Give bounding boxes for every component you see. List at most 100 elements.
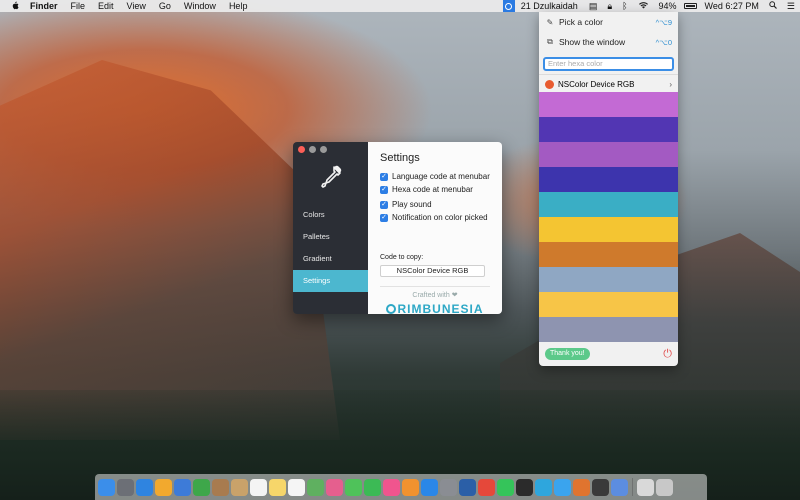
hex-color-input[interactable]: [543, 56, 674, 71]
notification-center-icon[interactable]: ☰: [787, 1, 795, 12]
menu-bar: Finder File Edit View Go Window Help 21 …: [0, 0, 800, 12]
itunes-icon[interactable]: [383, 478, 400, 496]
code-format-select[interactable]: NSColor Device RGB: [380, 265, 485, 277]
pick-color-item[interactable]: ✎ Pick a color ^⌥9: [539, 12, 678, 32]
nav-settings[interactable]: Settings: [293, 270, 368, 292]
menu-help[interactable]: Help: [229, 1, 248, 11]
activity-icon[interactable]: [592, 478, 609, 496]
color-picker-dropdown: ✎ Pick a color ^⌥9 ⧉ Show the window ^⌥0…: [539, 12, 678, 366]
settings-title: Settings: [380, 152, 420, 164]
twitter-icon[interactable]: [554, 478, 571, 496]
checkbox-checked-icon[interactable]: ✓: [380, 185, 388, 194]
menu-window[interactable]: Window: [184, 1, 216, 11]
sublime-icon[interactable]: [573, 478, 590, 496]
photos-icon[interactable]: [326, 478, 343, 496]
cydia-icon[interactable]: [459, 478, 476, 496]
reminders-icon[interactable]: [288, 478, 305, 496]
note-icon[interactable]: [212, 478, 229, 496]
color-swatch[interactable]: [539, 242, 678, 267]
terminal-icon[interactable]: [516, 478, 533, 496]
minimize-button[interactable]: [309, 146, 316, 153]
hex-input-wrapper: [539, 52, 678, 74]
dropdown-footer: Thank you! ⏻: [539, 342, 678, 366]
color-swatch[interactable]: [539, 192, 678, 217]
color-swatch[interactable]: [539, 92, 678, 117]
option-language-code[interactable]: ✓ Language code at menubar: [380, 170, 490, 183]
pick-color-shortcut: ^⌥9: [655, 17, 672, 27]
colorpicker-icon[interactable]: [611, 478, 628, 496]
whatsapp-icon[interactable]: [497, 478, 514, 496]
messages-icon[interactable]: [345, 478, 362, 496]
eyedropper-icon: [317, 164, 343, 190]
menu-go[interactable]: Go: [159, 1, 171, 11]
window-icon: ⧉: [547, 37, 553, 46]
color-swatch[interactable]: [539, 167, 678, 192]
wallpaper-cliff: [0, 60, 340, 440]
sketch-icon[interactable]: [155, 478, 172, 496]
safari-icon[interactable]: [136, 478, 153, 496]
ibooks-icon[interactable]: [402, 478, 419, 496]
menu-finder[interactable]: Finder: [30, 1, 58, 11]
color-swatch[interactable]: [539, 317, 678, 342]
color-picker-status-icon[interactable]: [502, 0, 515, 12]
color-swatches: [539, 92, 678, 342]
bluetooth-icon[interactable]: ᛒ: [622, 1, 627, 11]
trash-icon[interactable]: [656, 478, 673, 496]
clock[interactable]: Wed 6:27 PM: [705, 1, 759, 11]
color-swatch[interactable]: [539, 267, 678, 292]
telegram-icon[interactable]: [535, 478, 552, 496]
option-notification[interactable]: ✓ Notification on color picked: [380, 211, 490, 224]
spotlight-icon[interactable]: [769, 1, 777, 11]
maps-icon[interactable]: [307, 478, 324, 496]
lock-icon[interactable]: 🔒︎: [607, 1, 612, 12]
checkbox-checked-icon[interactable]: ✓: [380, 213, 388, 222]
show-window-label: Show the window: [559, 37, 626, 47]
crafted-with-text: Crafted with ❤: [412, 292, 458, 299]
facetime-icon[interactable]: [364, 478, 381, 496]
show-window-item[interactable]: ⧉ Show the window ^⌥0: [539, 32, 678, 52]
option-hexa-code[interactable]: ✓ Hexa code at menubar: [380, 183, 490, 196]
checkbox-checked-icon[interactable]: ✓: [380, 200, 388, 209]
color-swatch[interactable]: [539, 142, 678, 167]
brand-name: RIMBUNESIA: [397, 302, 484, 314]
downloads-icon[interactable]: [637, 478, 654, 496]
notes-icon[interactable]: [269, 478, 286, 496]
divider: [380, 286, 490, 287]
power-icon[interactable]: ⏻: [663, 348, 672, 361]
menu-file[interactable]: File: [71, 1, 86, 11]
menu-edit[interactable]: Edit: [98, 1, 114, 11]
nav-colors[interactable]: Colors: [293, 204, 368, 226]
zoom-button[interactable]: [320, 146, 327, 153]
rimbunesia-logo[interactable]: RIMBUNESIA: [380, 302, 490, 314]
settings-sidebar: Colors Palletes Gradient Settings: [293, 142, 368, 314]
calendar-icon[interactable]: [250, 478, 267, 496]
contacts-icon[interactable]: [231, 478, 248, 496]
wifi-icon[interactable]: [638, 1, 649, 11]
close-button[interactable]: [298, 146, 305, 153]
launchpad-icon[interactable]: [117, 478, 134, 496]
leaf-icon[interactable]: [193, 478, 210, 496]
apple-menu-icon[interactable]: [10, 1, 20, 12]
color-swatch[interactable]: [539, 292, 678, 317]
chrome-icon[interactable]: [478, 478, 495, 496]
nav-palletes[interactable]: Palletes: [293, 226, 368, 248]
option-play-sound[interactable]: ✓ Play sound: [380, 198, 490, 211]
menu-view[interactable]: View: [127, 1, 146, 11]
finder-icon[interactable]: [98, 478, 115, 496]
thank-you-button[interactable]: Thank you!: [545, 348, 590, 360]
xcode-icon[interactable]: [174, 478, 191, 496]
option-label: Notification on color picked: [392, 213, 488, 222]
appstore-icon[interactable]: [421, 478, 438, 496]
color-swatch[interactable]: [539, 117, 678, 142]
preferences-icon[interactable]: [440, 478, 457, 496]
color-swatch[interactable]: [539, 217, 678, 242]
settings-nav: Colors Palletes Gradient Settings: [293, 204, 368, 292]
colorspace-item[interactable]: NSColor Device RGB ›: [539, 75, 678, 93]
document-icon[interactable]: ▤: [589, 1, 598, 12]
battery-icon[interactable]: [683, 3, 697, 9]
nav-gradient[interactable]: Gradient: [293, 248, 368, 270]
battery-percent[interactable]: 94%: [659, 1, 677, 11]
checkbox-checked-icon[interactable]: ✓: [380, 172, 388, 181]
colorspace-icon: [545, 79, 554, 89]
hijri-date[interactable]: 21 Dzulkaidah: [521, 1, 578, 11]
